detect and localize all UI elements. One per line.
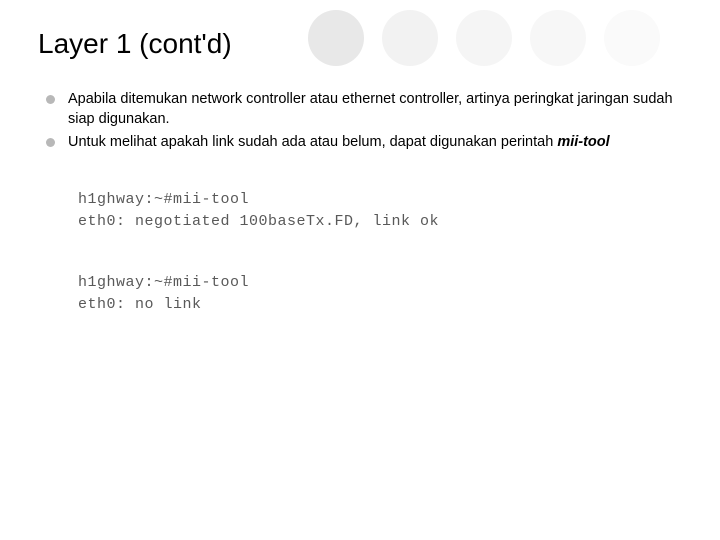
bullet-text: Apabila ditemukan network controller ata… bbox=[68, 91, 673, 127]
bullet-list: Apabila ditemukan network controller ata… bbox=[38, 90, 682, 153]
terminal-output: h1ghway:~#mii-tool eth0: negotiated 100b… bbox=[78, 189, 682, 234]
terminal-output: h1ghway:~#mii-tool eth0: no link bbox=[78, 272, 682, 317]
bullet-item: Untuk melihat apakah link sudah ada atau… bbox=[46, 133, 682, 153]
slide-title: Layer 1 (cont'd) bbox=[38, 28, 682, 60]
bullet-item: Apabila ditemukan network controller ata… bbox=[46, 90, 682, 129]
bullet-text: Untuk melihat apakah link sudah ada atau… bbox=[68, 134, 557, 150]
slide-content: Layer 1 (cont'd) Apabila ditemukan netwo… bbox=[0, 0, 720, 317]
tool-name: mii-tool bbox=[557, 134, 609, 150]
